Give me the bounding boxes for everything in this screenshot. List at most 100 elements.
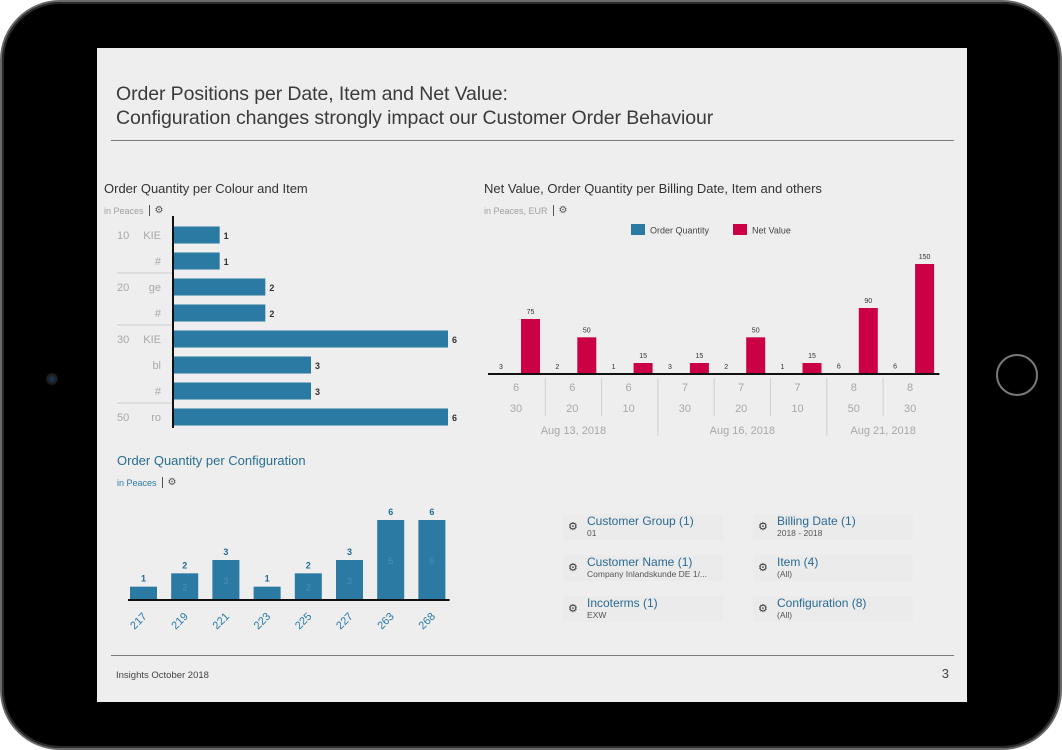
item-label: # bbox=[155, 386, 162, 398]
gear-icon[interactable]: ⚙ bbox=[155, 205, 164, 216]
net-value-bar bbox=[521, 319, 540, 374]
data-label: 2 bbox=[269, 283, 274, 293]
page-number: 3 bbox=[941, 666, 949, 681]
bar bbox=[174, 356, 311, 374]
net-value-label: 15 bbox=[808, 353, 816, 360]
item-label: KIE bbox=[143, 334, 161, 346]
x-tick-label: 227 bbox=[334, 611, 355, 632]
filter-gear-icon: ⚙ bbox=[568, 562, 578, 574]
inner-label: 6 bbox=[429, 556, 434, 566]
data-label: 3 bbox=[223, 547, 228, 557]
title-divider bbox=[111, 140, 954, 141]
order-quantity-label: 3 bbox=[499, 364, 503, 371]
filter-gear-icon: ⚙ bbox=[758, 521, 768, 533]
colour-item-unit: in Peaces bbox=[104, 205, 144, 216]
configuration-chart-title: Order Quantity per Configuration bbox=[117, 453, 306, 468]
bar bbox=[174, 382, 311, 400]
x-tick-label: 268 bbox=[417, 611, 438, 632]
colour-item-chart: 10 KIE 1 # 1 20 ge 2 # 2 30 KIE 6 bl 3 # 3 50 ro 6 bbox=[117, 216, 457, 428]
bar bbox=[174, 226, 220, 244]
filter-item[interactable]: ⚙ Item (4) (All) bbox=[753, 555, 913, 581]
billing-chart-title: Net Value, Order Quantity per Billing Da… bbox=[484, 181, 822, 196]
filter-item[interactable]: ⚙ Customer Group (1) 01 bbox=[563, 514, 723, 540]
filter-name: Item (4) bbox=[777, 555, 819, 569]
group-label: 20 bbox=[117, 282, 129, 294]
home-button[interactable] bbox=[996, 354, 1038, 396]
x-tick-label: 221 bbox=[211, 611, 232, 632]
slide: Order Positions per Date, Item and Net V… bbox=[97, 48, 967, 702]
slide-title-line1: Order Positions per Date, Item and Net V… bbox=[116, 83, 508, 105]
item-label: ge bbox=[149, 282, 161, 294]
date-tick-label: Aug 13, 2018 bbox=[541, 425, 606, 437]
level2-tick-label: 50 bbox=[848, 403, 860, 415]
inner-label: 3 bbox=[347, 576, 352, 586]
filter-name: Customer Group (1) bbox=[587, 514, 694, 528]
filter-name: Incoterms (1) bbox=[587, 596, 658, 610]
bar bbox=[253, 586, 281, 600]
data-label: 1 bbox=[141, 574, 146, 584]
item-label: bl bbox=[152, 360, 161, 372]
level2-tick-label: 10 bbox=[622, 403, 634, 415]
date-tick-label: Aug 21, 2018 bbox=[850, 425, 915, 437]
net-value-label: 90 bbox=[864, 298, 872, 305]
order-quantity-label: 1 bbox=[781, 364, 785, 371]
item-label: ro bbox=[151, 412, 161, 424]
date-tick-label: Aug 16, 2018 bbox=[710, 425, 775, 437]
net-value-bar bbox=[915, 264, 935, 374]
data-label: 3 bbox=[347, 547, 352, 557]
x-tick-label: 219 bbox=[169, 611, 190, 632]
filter-item[interactable]: ⚙ Billing Date (1) 2018 - 2018 bbox=[753, 514, 913, 540]
billing-chart: Order Quantity Net Value 3 75 6 30 2 50 6 20 1 15 6 1… bbox=[488, 224, 940, 437]
gear-icon[interactable]: ⚙ bbox=[559, 205, 568, 216]
data-label: 1 bbox=[224, 257, 229, 267]
group-label: 10 bbox=[117, 230, 129, 242]
filter-value: (All) bbox=[777, 610, 793, 620]
x-tick-label: 217 bbox=[128, 611, 149, 632]
filter-value: Company Inlandskunde DE 1/... bbox=[587, 569, 708, 579]
filter-value: 01 bbox=[587, 528, 597, 538]
level1-tick-label: 6 bbox=[626, 382, 632, 394]
gear-icon[interactable]: ⚙ bbox=[168, 477, 177, 488]
filter-item[interactable]: ⚙ Configuration (8) (All) bbox=[753, 596, 913, 622]
order-quantity-label: 1 bbox=[612, 364, 616, 371]
data-label: 6 bbox=[388, 507, 393, 517]
bar bbox=[174, 408, 448, 426]
inner-label: 2 bbox=[306, 583, 311, 593]
net-value-label: 75 bbox=[527, 309, 535, 316]
net-value-label: 50 bbox=[583, 327, 591, 334]
filter-item[interactable]: ⚙ Customer Name (1) Company Inlandskunde D… bbox=[563, 555, 723, 581]
bar bbox=[174, 304, 266, 322]
net-value-bar bbox=[633, 363, 653, 374]
order-quantity-label: 6 bbox=[893, 364, 897, 371]
filter-value: (All) bbox=[777, 569, 793, 579]
data-label: 6 bbox=[452, 335, 457, 345]
order-quantity-label: 6 bbox=[837, 364, 841, 371]
separator bbox=[148, 205, 150, 216]
level1-tick-label: 7 bbox=[682, 382, 688, 394]
data-label: 2 bbox=[306, 560, 311, 570]
inner-label: 2 bbox=[182, 583, 187, 593]
bar bbox=[130, 586, 157, 600]
net-value-bar bbox=[858, 308, 878, 374]
item-label: KIE bbox=[143, 230, 161, 242]
item-label: # bbox=[155, 308, 162, 320]
legend-swatch-order-quantity bbox=[631, 224, 645, 235]
configuration-chart: 1 217 2 2 219 3 3 221 1 223 2 2 225 3 3 227 6 6 263 6 6 268 bbox=[128, 507, 450, 632]
level2-tick-label: 30 bbox=[904, 403, 916, 415]
net-value-label: 15 bbox=[639, 353, 647, 360]
data-label: 1 bbox=[265, 574, 270, 584]
net-value-label: 15 bbox=[696, 353, 704, 360]
filter-item[interactable]: ⚙ Incoterms (1) EXW bbox=[563, 596, 723, 622]
x-tick-label: 263 bbox=[375, 611, 396, 632]
bar bbox=[174, 278, 266, 296]
level2-tick-label: 10 bbox=[791, 403, 803, 415]
inner-label: 6 bbox=[388, 556, 393, 566]
data-label: 6 bbox=[429, 507, 434, 517]
level1-tick-label: 6 bbox=[513, 382, 519, 394]
footer-text: Insights October 2018 bbox=[116, 670, 209, 681]
net-value-bar bbox=[689, 363, 709, 374]
net-value-bar bbox=[746, 337, 766, 374]
level1-tick-label: 6 bbox=[569, 382, 575, 394]
inner-label: 3 bbox=[223, 576, 228, 586]
data-label: 3 bbox=[315, 387, 320, 397]
